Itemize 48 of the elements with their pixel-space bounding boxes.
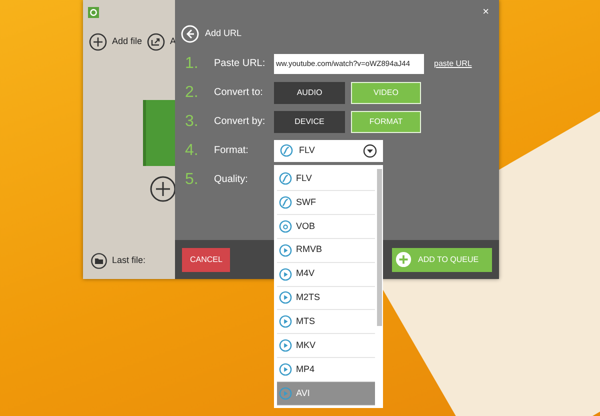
flash-icon xyxy=(279,172,292,185)
step-label: Quality: xyxy=(214,173,249,187)
toolbar-button[interactable]: Add file xyxy=(89,33,142,51)
format-option[interactable]: SWF xyxy=(277,190,375,215)
step-number: 1. xyxy=(185,54,200,74)
step-label: Paste URL: xyxy=(214,57,266,71)
play-icon xyxy=(279,244,292,257)
share-icon xyxy=(147,33,166,51)
play-icon xyxy=(279,363,292,376)
step-label: Convert by: xyxy=(214,115,266,129)
format-option[interactable]: M2TS xyxy=(277,286,375,310)
play-icon xyxy=(279,315,292,328)
plus-circle-icon xyxy=(395,251,412,268)
folder-icon xyxy=(91,253,107,269)
play-icon xyxy=(279,387,292,400)
flash-icon xyxy=(280,144,293,157)
play-icon xyxy=(279,291,292,304)
video-tile xyxy=(143,100,175,166)
disc-icon xyxy=(279,220,292,233)
cancel-button[interactable]: CANCEL xyxy=(182,248,230,272)
format-option[interactable]: M4V xyxy=(277,262,375,287)
format-option[interactable]: MTS xyxy=(277,310,375,334)
dialog-title: Add URL xyxy=(205,27,242,40)
step-number: 3. xyxy=(185,112,200,132)
step-number: 4. xyxy=(185,140,200,160)
plus-circle-icon xyxy=(89,33,107,51)
paste-url-link[interactable]: paste URL xyxy=(434,58,472,70)
app-logo-icon xyxy=(88,7,99,18)
step-number: 2. xyxy=(185,82,200,102)
format-option[interactable]: FLV xyxy=(277,167,375,191)
flash-icon xyxy=(279,196,292,209)
scrollbar-thumb[interactable] xyxy=(376,169,382,326)
add-circle-icon xyxy=(150,176,176,202)
toggle-button[interactable]: DEVICE xyxy=(274,110,345,132)
format-select[interactable]: FLV xyxy=(274,140,383,162)
last-file-label: Last file: xyxy=(112,254,146,268)
play-icon xyxy=(279,339,292,352)
dropdown-caret-icon xyxy=(363,144,377,158)
play-icon xyxy=(279,268,292,281)
toggle-button[interactable]: AUDIO xyxy=(274,82,345,104)
format-option[interactable]: MKV xyxy=(277,334,375,358)
close-button[interactable]: × xyxy=(482,4,489,20)
step-label: Format: xyxy=(214,144,250,158)
back-icon[interactable] xyxy=(181,25,199,43)
step-label: Convert to: xyxy=(214,86,264,100)
format-option[interactable]: RMVB xyxy=(277,238,375,263)
format-option[interactable]: VOB xyxy=(277,214,375,239)
step-number: 5. xyxy=(185,170,200,190)
